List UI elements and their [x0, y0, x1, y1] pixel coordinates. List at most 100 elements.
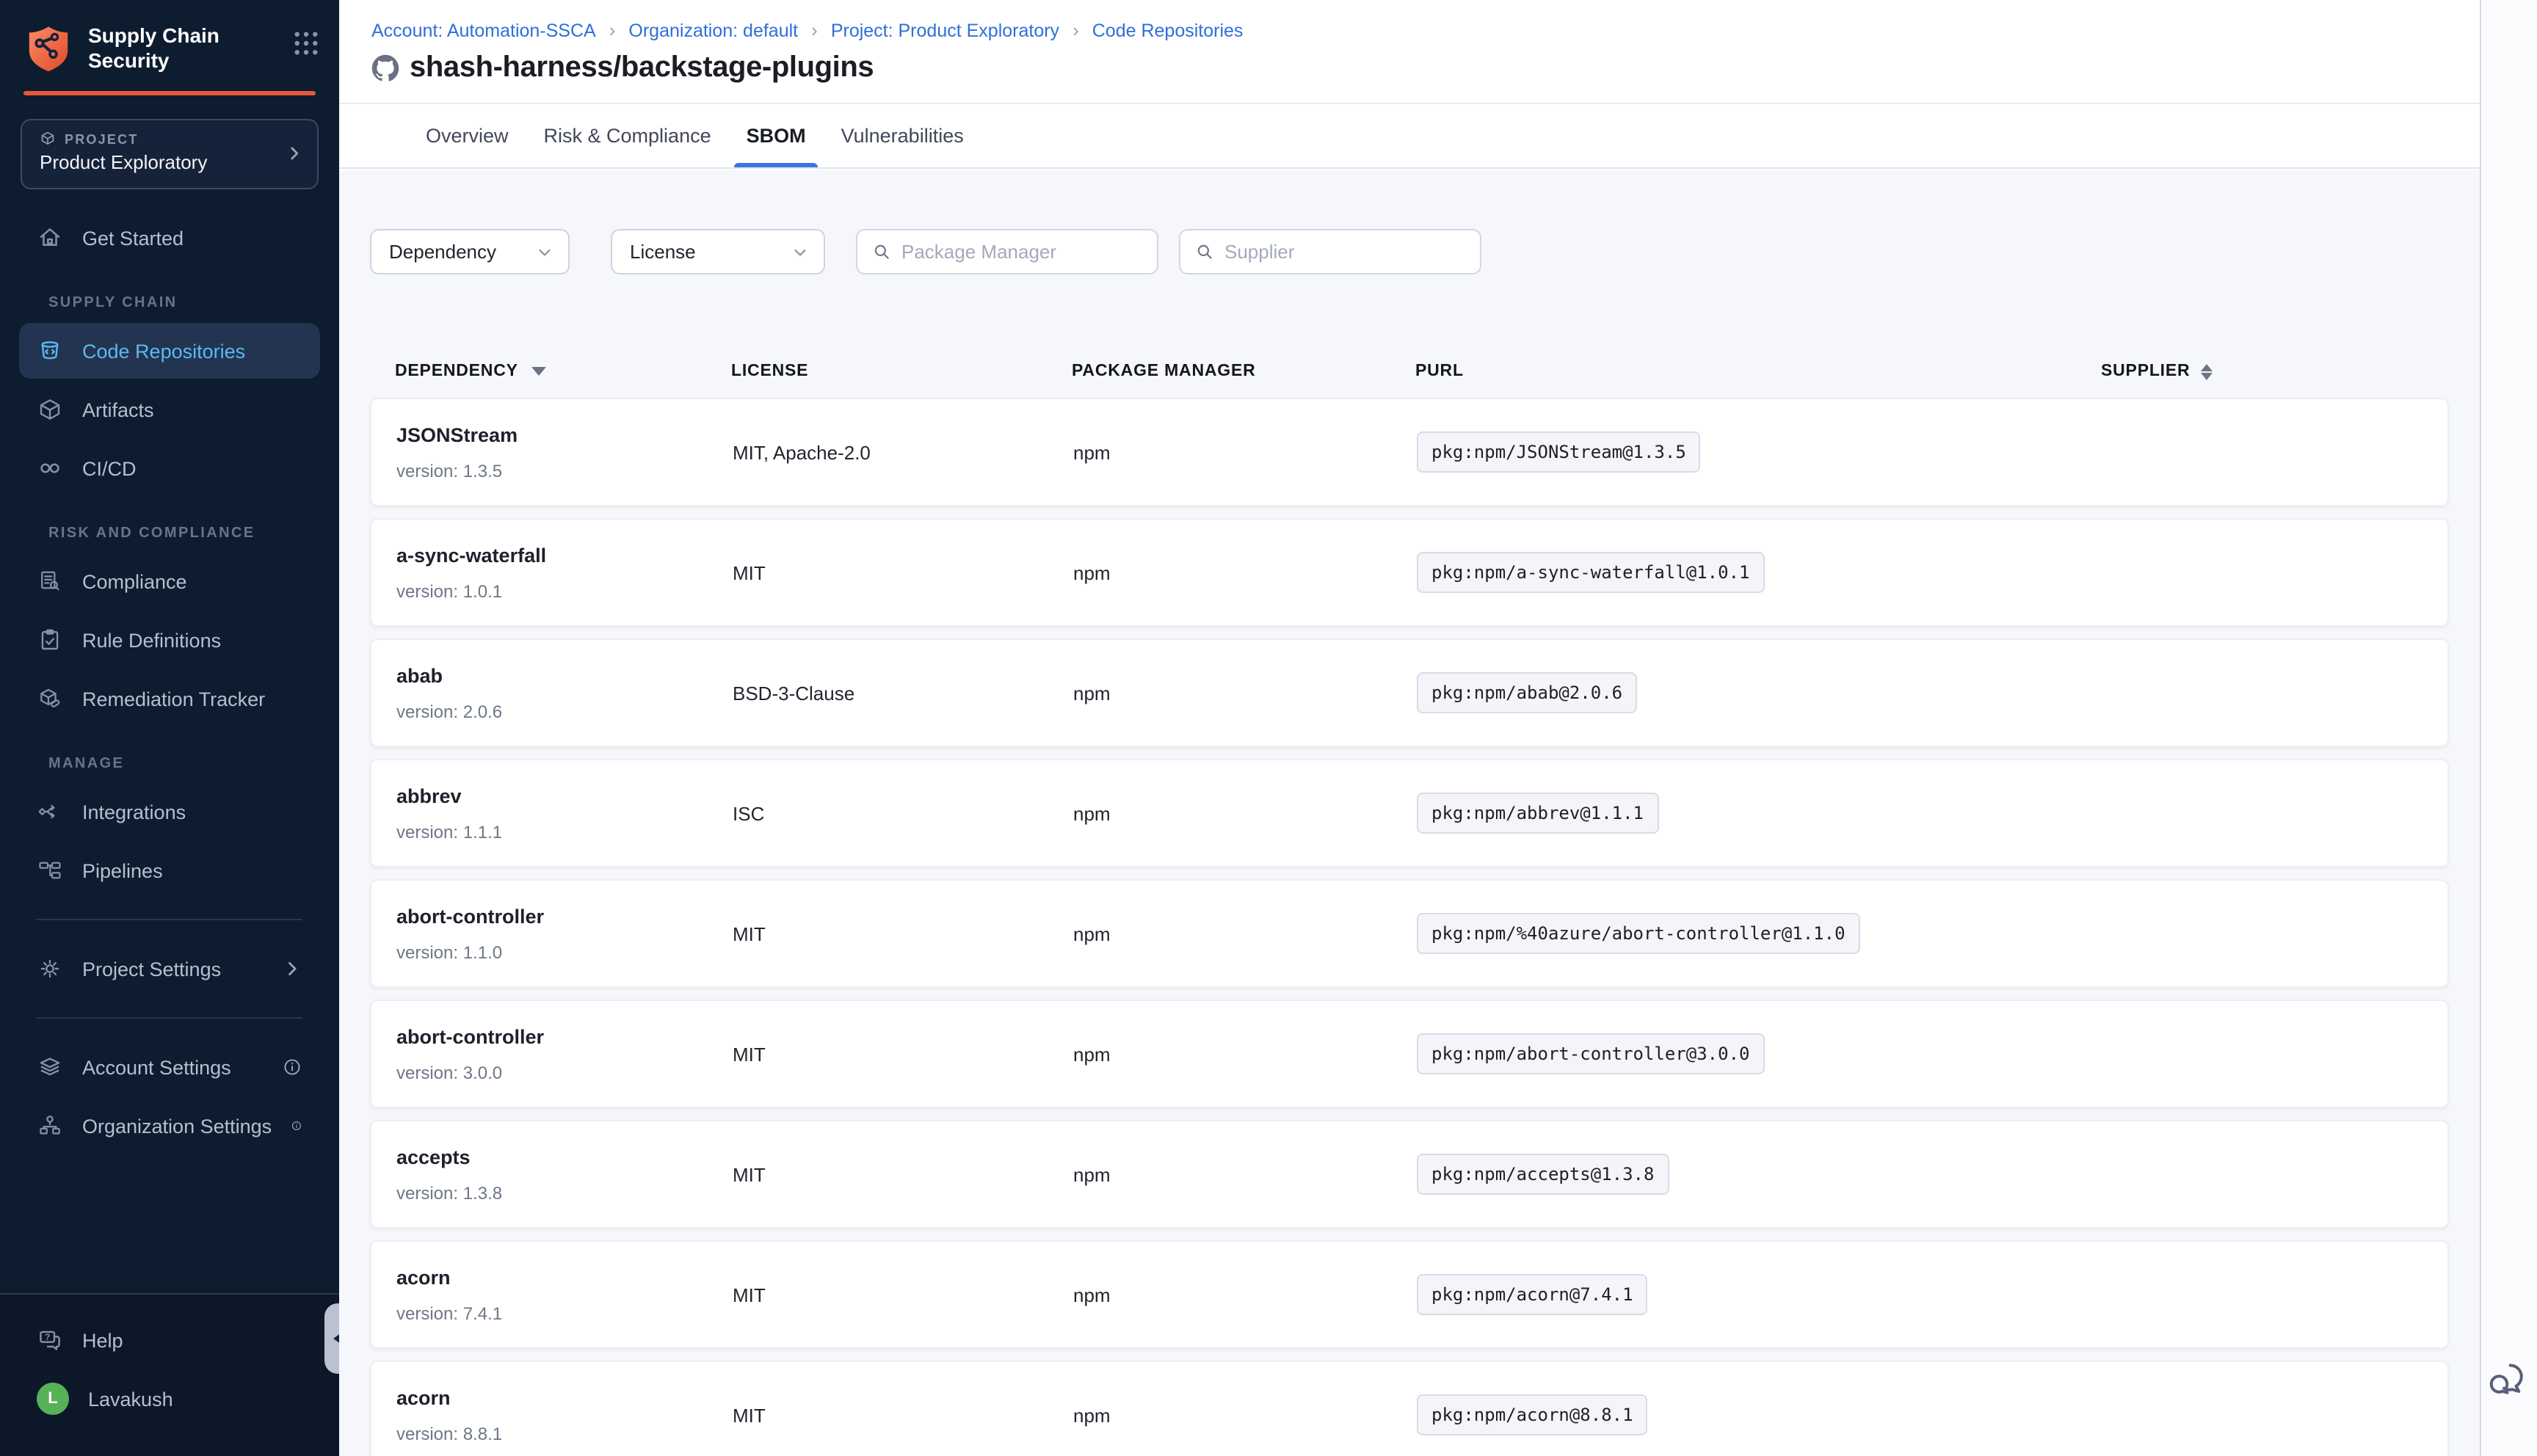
- title-row: shash-harness/backstage-plugins: [371, 51, 2480, 85]
- license-cell: MIT, Apache-2.0: [733, 441, 1073, 463]
- sidebar-item-integrations[interactable]: Integrations: [19, 784, 320, 840]
- collapse-left-arrow-icon: [333, 1331, 339, 1346]
- dependency-version: version: 3.0.0: [396, 1062, 733, 1082]
- sidebar-item-code-repositories[interactable]: Code Repositories: [19, 323, 320, 379]
- sidebar-item-cicd[interactable]: CI/CD: [19, 440, 320, 496]
- page-title: shash-harness/backstage-plugins: [410, 51, 874, 85]
- package-manager-cell: npm: [1073, 441, 1417, 463]
- tab[interactable]: SBOM: [735, 103, 818, 167]
- dependency-cell: acorn version: 7.4.1: [396, 1266, 733, 1323]
- sidebar-collapse-handle[interactable]: [324, 1303, 339, 1374]
- package-manager-input[interactable]: [901, 241, 1142, 263]
- package-manager-cell: npm: [1073, 1284, 1417, 1306]
- purl-cell: pkg:npm/abbrev@1.1.1: [1417, 793, 2102, 834]
- dependency-name: accepts: [396, 1146, 733, 1168]
- dependency-name: a-sync-waterfall: [396, 544, 733, 566]
- cicd-infinity-icon: [37, 455, 63, 481]
- package-manager-cell: npm: [1073, 802, 1417, 824]
- package-manager-cell: npm: [1073, 1163, 1417, 1185]
- purl-chip: pkg:npm/abbrev@1.1.1: [1417, 793, 1658, 834]
- organization-icon: [37, 1113, 63, 1139]
- sidebar-item-remediation-tracker[interactable]: Remediation Tracker: [19, 671, 320, 727]
- dependency-version: version: 7.4.1: [396, 1303, 733, 1323]
- column-label: LICENSE: [731, 363, 808, 380]
- dependency-cell: abab version: 2.0.6: [396, 664, 733, 721]
- integrations-icon: [37, 798, 63, 825]
- column-label: PACKAGE MANAGER: [1072, 363, 1256, 380]
- sidebar-item-project-settings[interactable]: Project Settings: [19, 941, 320, 997]
- purl-chip: pkg:npm/accepts@1.3.8: [1417, 1154, 1669, 1195]
- sidebar-item-user[interactable]: L Lavakush: [19, 1371, 320, 1427]
- sidebar-item-artifacts[interactable]: Artifacts: [19, 382, 320, 437]
- supplier-search: [1179, 229, 1481, 274]
- dependency-name: abab: [396, 664, 733, 686]
- dependency-cell: accepts version: 1.3.8: [396, 1146, 733, 1203]
- sidebar-item-pipelines[interactable]: Pipelines: [19, 842, 320, 898]
- purl-cell: pkg:npm/%40azure/abort-controller@1.1.0: [1417, 913, 2102, 954]
- sidebar-item-get-started[interactable]: Get Started: [19, 210, 320, 266]
- tab[interactable]: Overview: [414, 103, 520, 167]
- app-switcher-grid-icon[interactable]: [294, 30, 319, 55]
- package-manager-cell: npm: [1073, 682, 1417, 704]
- column-header-dependency[interactable]: DEPENDENCY: [395, 363, 731, 380]
- table-row: JSONStream version: 1.3.5 MIT, Apache-2.…: [370, 398, 2449, 506]
- sidebar-item-label: Get Started: [82, 227, 184, 249]
- chevron-down-icon: [536, 243, 554, 261]
- sidebar-item-organization-settings[interactable]: Organization Settings: [19, 1098, 320, 1154]
- remediation-box-pill-icon: [37, 685, 63, 712]
- breadcrumb-link[interactable]: Organization: default: [628, 19, 830, 41]
- purl-cell: pkg:npm/accepts@1.3.8: [1417, 1154, 2102, 1195]
- sidebar-item-label: Organization Settings: [82, 1115, 272, 1137]
- purl-chip: pkg:npm/abort-controller@3.0.0: [1417, 1033, 1765, 1074]
- sidebar-item-account-settings[interactable]: Account Settings: [19, 1039, 320, 1095]
- license-cell: MIT: [733, 922, 1073, 944]
- sidebar-item-rule-definitions[interactable]: Rule Definitions: [19, 612, 320, 668]
- sort-desc-icon: [531, 367, 546, 376]
- sidebar-item-label: Project Settings: [82, 958, 221, 980]
- purl-chip: pkg:npm/%40azure/abort-controller@1.1.0: [1417, 913, 1860, 954]
- breadcrumb-link[interactable]: Code Repositories: [1092, 20, 1244, 40]
- dependency-version: version: 8.8.1: [396, 1423, 733, 1444]
- dependency-cell: acorn version: 8.8.1: [396, 1386, 733, 1444]
- purl-cell: pkg:npm/acorn@8.8.1: [1417, 1394, 2102, 1435]
- info-icon[interactable]: [282, 1057, 302, 1077]
- purl-chip: pkg:npm/JSONStream@1.3.5: [1417, 432, 1701, 473]
- section-title-supply-chain: SUPPLY CHAIN: [48, 295, 339, 311]
- table-header: DEPENDENCY LICENSE PACKAGE MANAGER PURL …: [370, 363, 2449, 380]
- purl-chip: pkg:npm/a-sync-waterfall@1.0.1: [1417, 552, 1765, 593]
- license-cell: MIT: [733, 561, 1073, 583]
- chat-widget-icon[interactable]: [2484, 1359, 2528, 1403]
- sidebar-item-label: Artifacts: [82, 398, 154, 421]
- tab[interactable]: Vulnerabilities: [830, 103, 976, 167]
- dependency-filter-dropdown[interactable]: Dependency: [370, 229, 570, 274]
- sidebar-item-label: Code Repositories: [82, 340, 245, 362]
- info-icon[interactable]: [291, 1115, 302, 1136]
- tab[interactable]: Risk & Compliance: [532, 103, 723, 167]
- project-selector[interactable]: PROJECT Product Exploratory: [21, 119, 319, 189]
- right-gutter: [2481, 0, 2537, 1456]
- chevron-right-icon: [285, 144, 304, 163]
- column-header-supplier[interactable]: SUPPLIER: [2101, 363, 2424, 380]
- breadcrumb-link[interactable]: Account: Automation-SSCA: [371, 19, 628, 41]
- column-header-purl: PURL: [1415, 363, 2101, 380]
- license-filter-dropdown[interactable]: License: [611, 229, 825, 274]
- package-manager-cell: npm: [1073, 922, 1417, 944]
- sidebar-item-compliance[interactable]: Compliance: [19, 553, 320, 609]
- dependency-version: version: 1.3.5: [396, 460, 733, 481]
- chevron-down-icon: [791, 243, 809, 261]
- supplier-input[interactable]: [1224, 241, 1465, 263]
- table-row: abbrev version: 1.1.1 ISC npm pkg:npm/ab…: [370, 759, 2449, 867]
- sidebar-item-label: Pipelines: [82, 859, 163, 881]
- sidebar-divider: [37, 1017, 302, 1019]
- sidebar-item-help[interactable]: ? Help: [19, 1312, 320, 1368]
- breadcrumb-link[interactable]: Project: Product Exploratory: [831, 19, 1092, 41]
- column-label: SUPPLIER: [2101, 363, 2190, 380]
- sidebar-item-label: Account Settings: [82, 1056, 231, 1078]
- dependency-name: abort-controller: [396, 905, 733, 927]
- license-filter-label: License: [630, 241, 696, 263]
- tabs: OverviewRisk & ComplianceSBOMVulnerabili…: [414, 103, 976, 167]
- gear-icon: [37, 956, 63, 982]
- pipelines-icon: [37, 857, 63, 884]
- sbom-content: Dependency License DEPENDEN: [339, 170, 2480, 1456]
- sidebar-item-label: Help: [82, 1329, 123, 1351]
